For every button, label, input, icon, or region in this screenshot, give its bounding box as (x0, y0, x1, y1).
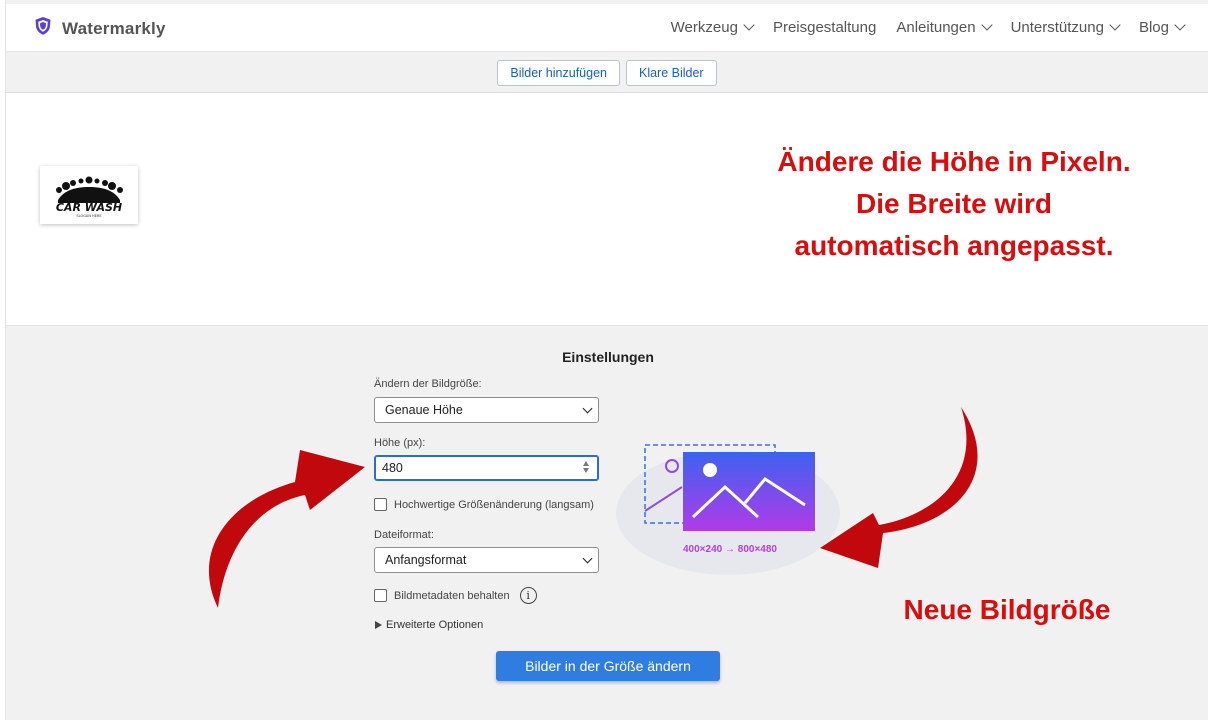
resize-mode-select[interactable]: Genaue Höhe (374, 397, 599, 423)
nav-unterstuetzung[interactable]: Unterstützung (1010, 19, 1121, 36)
file-format-value: Anfangsformat (385, 553, 467, 567)
nav-label: Anleitungen (896, 19, 976, 36)
chevron-down-icon (743, 19, 755, 31)
advanced-options-label: Erweiterte Optionen (386, 619, 484, 631)
brand[interactable]: Watermarkly (34, 16, 166, 41)
number-stepper-icon[interactable] (583, 461, 589, 473)
annotation-new-size: Neue Bildgröße (903, 594, 1111, 625)
keep-metadata-checkbox[interactable] (374, 589, 387, 602)
nav-label: Werkzeug (670, 19, 738, 36)
nav-anleitungen[interactable]: Anleitungen (896, 19, 993, 36)
resize-images-button[interactable]: Bilder in der Größe ändern (496, 651, 720, 681)
chevron-down-icon (582, 553, 593, 564)
shield-logo-icon (34, 16, 52, 41)
chevron-down-icon (1109, 19, 1121, 31)
annotation-height-note: Ändere die Höhe in Pixeln. Die Breite wi… (750, 141, 1158, 267)
logo-text: CAR WASH (56, 201, 122, 214)
nav-label: Preisgestaltung (772, 19, 877, 36)
nav-preisgestaltung[interactable]: Preisgestaltung (773, 19, 876, 36)
logo-subtext: SLOGAN HERE (76, 214, 101, 218)
file-format-label: Dateiformat: (374, 529, 434, 541)
info-icon[interactable]: i (519, 587, 537, 604)
red-arrow-right (820, 407, 978, 568)
clear-images-button[interactable]: Klare Bilder (625, 59, 717, 86)
add-images-button[interactable]: Bilder hinzufügen (497, 59, 620, 86)
settings-title: Einstellungen (562, 349, 654, 365)
image-toolbar: Bilder hinzufügen Klare Bilder (6, 53, 1208, 93)
nav-label: Unterstützung (1010, 19, 1104, 36)
height-label: Höhe (px): (374, 437, 426, 449)
main-nav: Werkzeug Preisgestaltung Anleitungen Unt… (670, 19, 1186, 36)
hq-resize-checkbox[interactable] (374, 498, 387, 511)
hq-resize-option: Hochwertige Größenänderung (langsam) (374, 498, 594, 511)
nav-werkzeug[interactable]: Werkzeug (670, 19, 755, 36)
file-format-select[interactable]: Anfangsformat (374, 547, 599, 573)
top-header: Watermarkly Werkzeug Preisgestaltung Anl… (6, 4, 1208, 52)
keep-metadata-option: Bildmetadaten behalten i (374, 587, 537, 604)
hq-resize-label: Hochwertige Größenänderung (langsam) (394, 498, 594, 511)
nav-blog[interactable]: Blog (1138, 19, 1186, 36)
annotation-line: Die Breite wird (855, 188, 1053, 219)
chevron-down-icon (980, 19, 993, 31)
caret-right-icon (375, 621, 382, 629)
brand-name: Watermarkly (62, 18, 166, 38)
chevron-down-icon (1174, 19, 1186, 31)
car-wash-logo-icon: CAR WASH SLOGAN HERE (56, 176, 123, 218)
image-preview-area: CAR WASH SLOGAN HERE Ändere die Höhe in … (6, 93, 1208, 326)
resize-mode-label: Ändern der Bildgröße: (374, 378, 482, 390)
chevron-down-icon (582, 403, 593, 414)
resize-illustration (616, 444, 840, 575)
red-arrow-left (208, 450, 365, 608)
height-input[interactable]: 480 (374, 455, 599, 481)
resize-mode-value: Genaue Höhe (385, 403, 463, 417)
nav-label: Blog (1138, 19, 1169, 36)
annotation-line: automatisch angepasst. (794, 230, 1114, 261)
height-value: 480 (382, 461, 403, 475)
advanced-options-toggle[interactable]: Erweiterte Optionen (375, 619, 483, 631)
annotation-line: Ändere die Höhe in Pixeln. (777, 146, 1131, 177)
resize-caption: 400×240 → 800×480 (683, 544, 777, 555)
keep-metadata-label: Bildmetadaten behalten (394, 589, 510, 602)
image-thumbnail[interactable]: CAR WASH SLOGAN HERE (40, 166, 138, 224)
